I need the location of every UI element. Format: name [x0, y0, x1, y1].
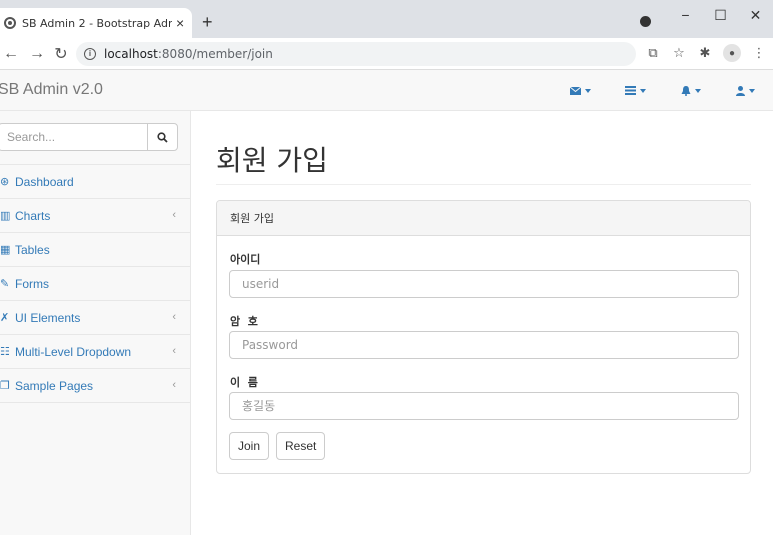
alerts-dropdown[interactable] [663, 85, 718, 96]
sidebar-item-label: Sample Pages [15, 378, 94, 393]
top-navbar: SB Admin v2.0 [0, 70, 773, 111]
profile-avatar-icon[interactable]: ● [723, 44, 741, 62]
close-window-button[interactable]: ✕ [738, 7, 773, 24]
profile-indicator-icon[interactable] [640, 16, 651, 27]
sidebar: ⊛ Dashboard ▥ Charts ‹ ▦ Tables ✎ Forms ✗ UI Eleme… [0, 111, 191, 535]
join-button[interactable]: Join [229, 432, 270, 460]
window-controls: − ☐ ✕ [668, 0, 773, 30]
userid-field[interactable] [229, 270, 739, 298]
url-bar[interactable]: i localhost:8080/member/join [76, 42, 636, 66]
forward-icon[interactable]: → [26, 45, 48, 63]
extension-icons: ⧉ ☆ ✱ ● ⋮ [645, 44, 767, 62]
page-header: 회원 가입 [216, 141, 751, 185]
panel-heading: 회원 가입 [217, 201, 750, 236]
sidebar-item-label: Tables [15, 242, 50, 257]
user-dropdown[interactable] [718, 85, 773, 96]
join-panel: 회원 가입 아이디 암 호 이 름 Join Reset [216, 200, 751, 474]
chevron-down-icon [585, 88, 591, 93]
userid-label: 아이디 [230, 253, 261, 266]
translate-icon[interactable]: ⧉ [645, 45, 661, 61]
user-icon [736, 85, 745, 96]
close-tab-icon[interactable]: × [176, 15, 184, 31]
chevron-left-icon: ‹ [172, 311, 176, 323]
url-text: localhost:8080/member/join [104, 47, 273, 61]
page-title: 회원 가입 [216, 144, 328, 177]
navbar-top-links [553, 70, 773, 111]
bell-icon [681, 85, 690, 96]
back-icon[interactable]: ← [0, 45, 22, 63]
sidebar-item-dashboard[interactable]: ⊛ Dashboard [0, 165, 190, 199]
sidebar-item-ui-elements[interactable]: ✗ UI Elements ‹ [0, 301, 190, 335]
files-icon: ❐ [0, 380, 10, 392]
tasks-dropdown[interactable] [608, 86, 663, 95]
sidebar-item-label: Forms [15, 276, 49, 291]
extensions-puzzle-icon[interactable]: ✱ [697, 45, 713, 61]
reload-icon[interactable]: ↻ [50, 44, 72, 64]
messages-dropdown[interactable] [553, 86, 608, 95]
bookmark-star-icon[interactable]: ☆ [671, 45, 687, 61]
minimize-button[interactable]: − [668, 7, 703, 23]
envelope-icon [570, 86, 581, 95]
name-field[interactable] [229, 392, 739, 420]
search-icon [157, 131, 168, 143]
sidebar-item-label: Charts [15, 208, 51, 223]
navbar-brand[interactable]: SB Admin v2.0 [0, 81, 103, 99]
sidebar-item-label: Multi-Level Dropdown [15, 344, 132, 359]
password-label: 암 호 [230, 315, 258, 328]
chevron-down-icon [640, 88, 646, 93]
sidebar-item-label: UI Elements [15, 310, 81, 325]
reset-button[interactable]: Reset [276, 432, 326, 460]
tab-title: SB Admin 2 - Bootstrap Admin [22, 16, 172, 30]
table-icon: ▦ [0, 244, 11, 256]
sidebar-item-multi-level-dropdown[interactable]: ☷ Multi-Level Dropdown ‹ [0, 335, 190, 369]
chevron-down-icon [749, 88, 755, 93]
sidebar-item-charts[interactable]: ▥ Charts ‹ [0, 199, 190, 233]
password-field[interactable] [229, 331, 739, 359]
browser-tab-bar: SB Admin 2 - Bootstrap Admin × + − ☐ ✕ [0, 0, 773, 38]
wrench-icon: ✗ [0, 312, 10, 324]
name-label: 이 름 [230, 376, 258, 389]
site-info-icon[interactable]: i [84, 48, 96, 60]
tasks-icon [625, 86, 636, 95]
maximize-button[interactable]: ☐ [703, 7, 738, 24]
favicon-icon [4, 17, 16, 29]
search-input[interactable] [0, 123, 147, 151]
edit-icon: ✎ [0, 278, 10, 290]
sidebar-item-tables[interactable]: ▦ Tables [0, 233, 190, 267]
search-button[interactable] [147, 123, 178, 151]
address-bar-row: ← → ↻ i localhost:8080/member/join ⧉ ☆ ✱… [0, 38, 773, 70]
bar-chart-icon: ▥ [0, 210, 11, 222]
sidebar-item-forms[interactable]: ✎ Forms [0, 267, 190, 301]
chevron-left-icon: ‹ [172, 345, 176, 357]
url-host: localhost [104, 47, 158, 61]
chevron-left-icon: ‹ [172, 379, 176, 391]
dashboard-icon: ⊛ [0, 176, 10, 188]
new-tab-button[interactable]: + [202, 12, 213, 33]
chevron-down-icon [694, 88, 701, 93]
chevron-left-icon: ‹ [172, 209, 176, 221]
sidebar-search [0, 111, 190, 165]
url-path: :8080/member/join [157, 47, 273, 61]
sidebar-item-sample-pages[interactable]: ❐ Sample Pages ‹ [0, 369, 190, 403]
sidebar-item-label: Dashboard [15, 174, 74, 189]
sitemap-icon: ☷ [0, 346, 10, 358]
browser-tab[interactable]: SB Admin 2 - Bootstrap Admin × [0, 8, 192, 38]
menu-kebab-icon[interactable]: ⋮ [751, 45, 767, 61]
